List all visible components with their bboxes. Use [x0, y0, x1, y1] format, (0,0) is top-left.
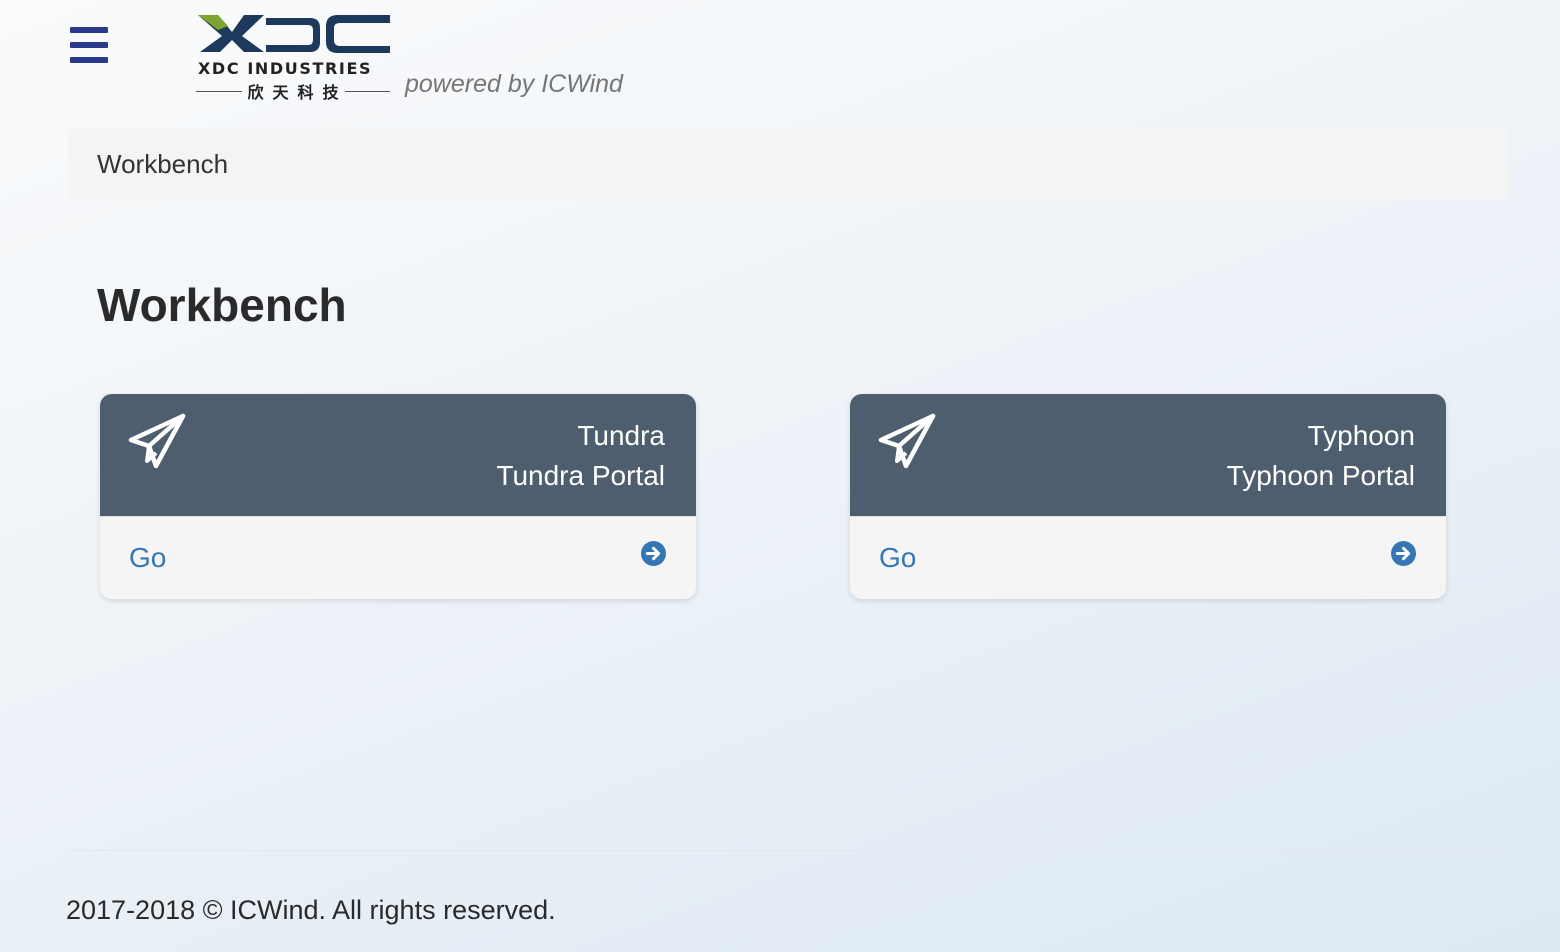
card-subtitle: Tundra Portal	[496, 460, 665, 491]
card-go-link[interactable]: Go	[100, 516, 696, 599]
breadcrumb: Workbench	[68, 128, 1508, 200]
paper-plane-icon	[878, 413, 936, 469]
menu-bar	[70, 27, 108, 33]
menu-bar	[70, 57, 108, 63]
page-title: Workbench	[97, 279, 347, 331]
card-text: Typhoon Typhoon Portal	[1227, 416, 1415, 496]
app-card-typhoon: Typhoon Typhoon Portal Go	[850, 394, 1446, 599]
logo-rule-right	[344, 90, 391, 92]
go-label[interactable]: Go	[879, 542, 916, 574]
card-title: Typhoon	[1307, 420, 1415, 451]
card-go-link[interactable]: Go	[850, 516, 1446, 599]
arrow-circle-right-icon[interactable]	[641, 541, 666, 566]
breadcrumb-current: Workbench	[97, 148, 229, 179]
logo-company-name: XDC INDUSTRIES	[198, 59, 373, 78]
card-header: Typhoon Typhoon Portal	[850, 394, 1446, 516]
hamburger-menu-icon[interactable]	[70, 27, 108, 65]
logo-chinese-text: 欣天科技	[247, 83, 348, 102]
logo-rule-left	[196, 90, 242, 92]
footer-divider	[68, 850, 1508, 851]
paper-plane-icon	[128, 413, 186, 469]
go-label[interactable]: Go	[129, 542, 166, 574]
powered-by-text: powered by ICWind	[405, 70, 623, 98]
xdc-logo-mark	[198, 15, 390, 53]
app-card-tundra: Tundra Tundra Portal Go	[100, 394, 696, 599]
card-text: Tundra Tundra Portal	[496, 416, 665, 496]
card-subtitle: Typhoon Portal	[1226, 460, 1415, 491]
footer-copyright: 2017-2018 © ICWind. All rights reserved.	[66, 895, 556, 925]
card-header: Tundra Tundra Portal	[100, 394, 696, 516]
company-logo[interactable]: XDC INDUSTRIES 欣天科技	[196, 12, 392, 102]
card-title: Tundra	[577, 420, 665, 451]
logo-chinese-name: 欣天科技	[196, 79, 391, 103]
arrow-circle-right-icon[interactable]	[1391, 541, 1416, 566]
menu-bar	[70, 42, 108, 48]
